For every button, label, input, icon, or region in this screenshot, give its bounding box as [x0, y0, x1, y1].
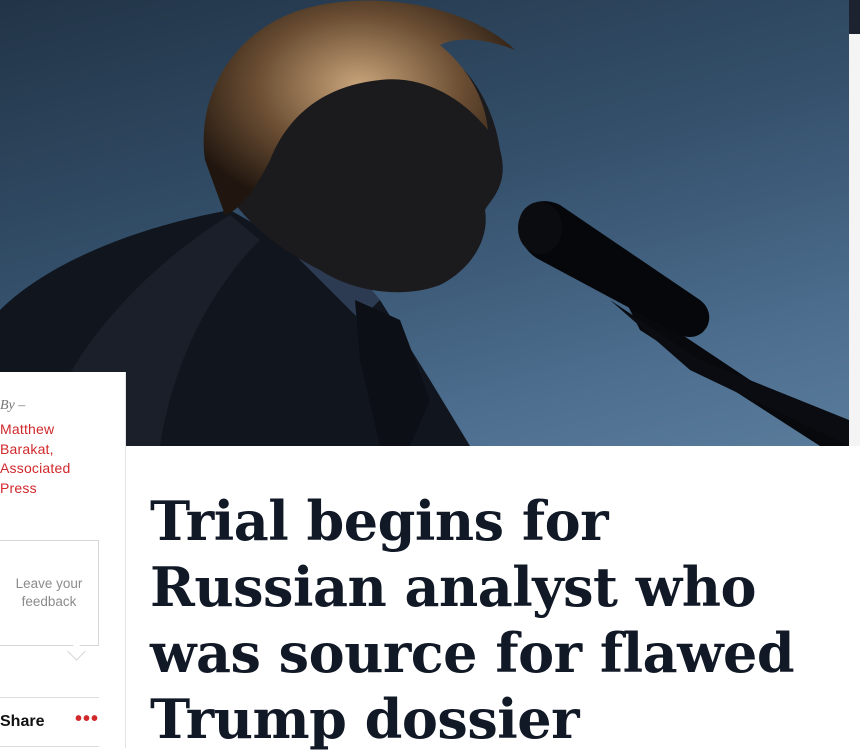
hero-image [0, 0, 849, 446]
hero-photo [0, 0, 849, 446]
more-options-icon[interactable]: ••• [75, 709, 99, 735]
feedback-button[interactable]: Leave your feedback [0, 540, 99, 661]
article-sidebar: By – Matthew Barakat, Associated Press L… [0, 372, 126, 748]
byline-prefix: By – [0, 398, 26, 413]
byline-author-link[interactable]: Matthew Barakat, Associated Press [0, 420, 100, 498]
article-headline: Trial begins for Russian analyst who was… [150, 489, 795, 751]
speech-bubble-tail [67, 642, 86, 661]
feedback-label: Leave your feedback [15, 576, 83, 609]
page-edge-bar [849, 0, 860, 34]
share-button[interactable]: Share ••• [0, 697, 99, 747]
share-label: Share [0, 713, 45, 730]
page-edge [849, 34, 860, 446]
